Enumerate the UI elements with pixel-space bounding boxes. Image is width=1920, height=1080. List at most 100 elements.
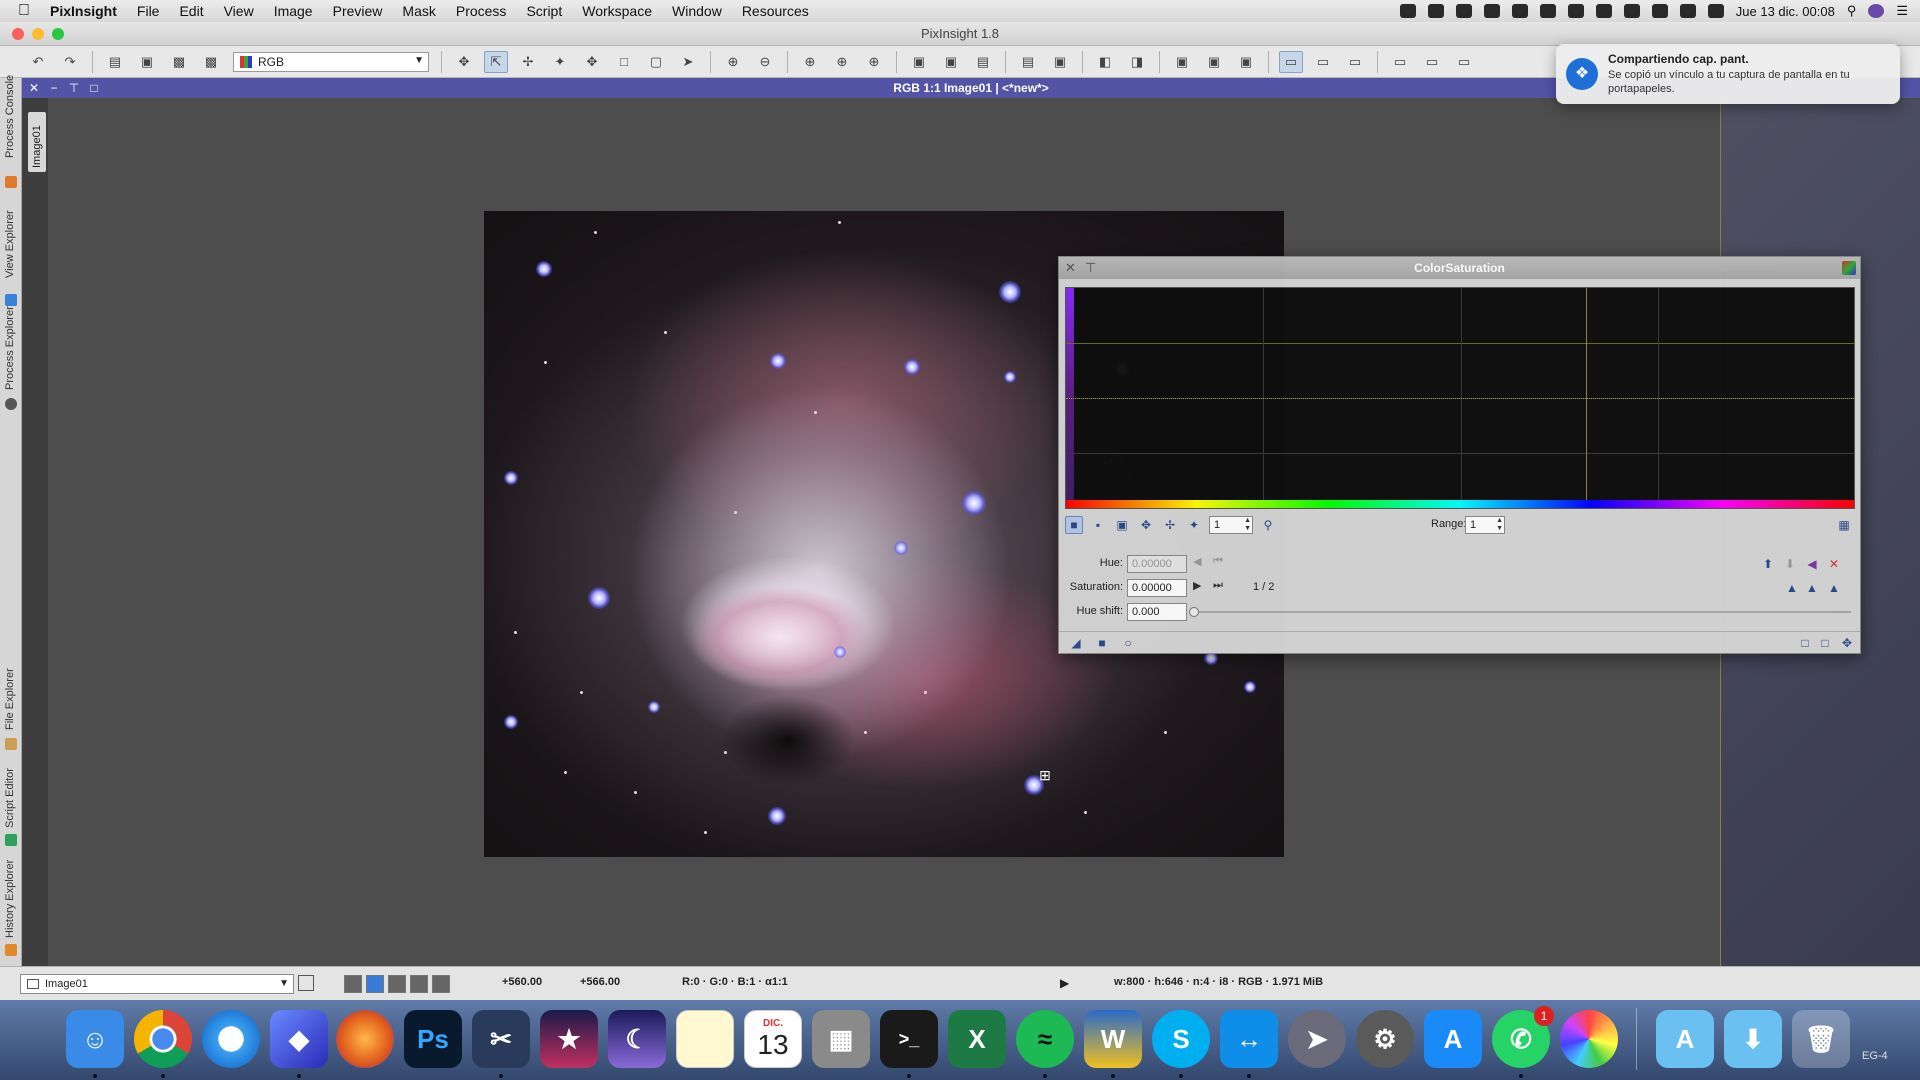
hue-shift-field[interactable]: 0.000 (1127, 603, 1187, 621)
stf-auto-icon[interactable]: ▭ (1311, 51, 1335, 73)
shade-icon[interactable]: ⊤ (1085, 257, 1096, 279)
apply-icon[interactable]: ■ (1093, 634, 1111, 652)
close-icon[interactable]: ✕ (26, 78, 42, 98)
channel-red-button[interactable] (366, 975, 384, 993)
fit-view-icon[interactable]: ▣ (907, 51, 931, 73)
hue-shift-slider[interactable] (1189, 607, 1851, 617)
saturation-curve[interactable] (1066, 398, 1854, 399)
hue-field[interactable]: 0.00000 (1127, 555, 1187, 573)
zoom-2to1-icon[interactable]: ⊕ (862, 51, 886, 73)
process-icon[interactable] (1842, 261, 1856, 275)
apply-global-icon[interactable]: ○ (1119, 634, 1137, 652)
notification-center-icon[interactable]: ☰ (1896, 3, 1908, 19)
menu-preview[interactable]: Preview (333, 3, 383, 19)
saturation-field[interactable]: 0.00000 (1127, 579, 1187, 597)
fit-window-icon[interactable]: ▣ (939, 51, 963, 73)
tab-view-explorer[interactable]: View Explorer (0, 198, 22, 306)
range-spinbox[interactable]: 1 ▲ ▼ (1465, 516, 1505, 534)
move-icon[interactable]: ✥ (580, 51, 604, 73)
menu-resources[interactable]: Resources (742, 3, 809, 19)
notification-icon[interactable] (1483, 4, 1500, 18)
mask-show-icon[interactable]: ▣ (1170, 51, 1194, 73)
previous-point-icon[interactable]: ◀ (1193, 555, 1201, 568)
tab-image01[interactable]: Image01 (28, 112, 46, 172)
downloads-folder-icon[interactable]: ⬇ (1724, 1010, 1782, 1068)
shield-icon[interactable] (1539, 4, 1556, 18)
screenshot-notification[interactable]: ❖ Compartiendo cap. pant. Se copió un ví… (1556, 44, 1900, 104)
interpolation-cubic-icon[interactable]: ▲ (1803, 579, 1821, 597)
starry-night-icon[interactable]: ★ (540, 1010, 598, 1068)
magnifier-icon[interactable]: ⚲ (1259, 516, 1277, 534)
pan-mode-icon[interactable]: ✢ (516, 51, 540, 73)
tab-history-explorer[interactable]: History Explorer (0, 854, 22, 956)
menu-mask[interactable]: Mask (402, 3, 435, 19)
screen-transfer-icon[interactable]: ▭ (1279, 50, 1303, 73)
skype-icon[interactable]: S (1152, 1010, 1210, 1068)
color-mode-select[interactable]: RGB ▼ (233, 51, 429, 72)
terminal-icon[interactable]: >_ (880, 1010, 938, 1068)
pointer-icon[interactable]: ➤ (676, 51, 700, 73)
preview-icon[interactable]: □ (1796, 634, 1814, 652)
panel-left-icon[interactable]: ◧ (1093, 51, 1117, 73)
safari-icon[interactable] (202, 1010, 260, 1068)
grid-icon[interactable]: ▦ (1835, 516, 1853, 534)
teamviewer-icon[interactable] (1511, 4, 1528, 18)
menu-window[interactable]: Window (672, 3, 722, 19)
teamviewer-icon[interactable]: ↔ (1220, 1010, 1278, 1068)
tab-script-editor[interactable]: Script Editor (0, 758, 22, 846)
view-frame-icon[interactable] (298, 975, 314, 991)
zoom-1to1-icon[interactable]: ⊕ (798, 51, 822, 73)
interpolation-akima-icon[interactable]: ▲ (1783, 579, 1801, 597)
spotify-icon[interactable]: ≈ (1016, 1010, 1074, 1068)
new-image-icon[interactable]: ▣ (135, 51, 159, 73)
menu-script[interactable]: Script (526, 3, 562, 19)
pixinsight-icon[interactable]: ◆ (270, 1010, 328, 1068)
slider-handle[interactable] (1189, 607, 1199, 617)
zoom-reset-icon[interactable]: ✢ (1161, 516, 1179, 534)
close-window-button[interactable] (12, 28, 24, 40)
notes-icon[interactable] (676, 1010, 734, 1068)
maximize-icon[interactable]: □ (86, 78, 102, 98)
app-menu[interactable]: PixInsight (50, 3, 117, 19)
tile-icon[interactable]: ▤ (1016, 51, 1040, 73)
channel-lum-button[interactable] (432, 975, 450, 993)
stf-link-icon[interactable]: ▭ (1452, 51, 1476, 73)
zoom-mode-icon[interactable]: ⇱ (484, 50, 508, 73)
stf-delete-icon[interactable]: ▭ (1420, 51, 1444, 73)
readout-mode-icon[interactable]: ✥ (452, 51, 476, 73)
airplay-icon[interactable] (1623, 4, 1640, 18)
winrar-icon[interactable]: W (1084, 1010, 1142, 1068)
window-icon[interactable]: ▤ (971, 51, 995, 73)
apple-menu-icon[interactable]:  (18, 2, 30, 20)
airport-icon[interactable] (1567, 4, 1584, 18)
play-icon[interactable]: ▶ (1060, 976, 1069, 990)
calculator-icon[interactable]: ▦ (812, 1010, 870, 1068)
volume-icon[interactable] (1679, 4, 1696, 18)
reverse-curve-icon[interactable]: ◀ (1803, 555, 1821, 573)
channel-rgb-button[interactable] (344, 975, 362, 993)
restore-curve-icon[interactable]: ⬇ (1781, 555, 1799, 573)
pan-icon[interactable]: ✦ (1185, 516, 1203, 534)
channel-green-button[interactable] (388, 975, 406, 993)
reset-icon[interactable]: ✥ (1838, 634, 1856, 652)
zoom-in-icon[interactable]: ⊕ (721, 51, 745, 73)
skype-status-icon[interactable] (1427, 4, 1444, 18)
zoom-fit-icon[interactable]: ✥ (1137, 516, 1155, 534)
tab-process-console[interactable]: Process Console (0, 75, 22, 188)
menu-view[interactable]: View (224, 3, 254, 19)
menu-file[interactable]: File (137, 3, 160, 19)
undo-icon[interactable]: ↶ (26, 51, 50, 73)
select-point-icon[interactable]: ▪ (1089, 516, 1107, 534)
browse-docs-icon[interactable]: □ (1816, 634, 1834, 652)
color-swatch-icon[interactable]: ▩ (199, 51, 223, 73)
clock[interactable]: Jue 13 dic. 00:08 (1736, 4, 1835, 19)
panel-right-icon[interactable]: ◨ (1125, 51, 1149, 73)
creative-cloud-icon[interactable] (1455, 4, 1472, 18)
zoom-out-icon[interactable]: ⊖ (753, 51, 777, 73)
menu-process[interactable]: Process (456, 3, 507, 19)
color-image-icon[interactable]: ▩ (167, 51, 191, 73)
zoom-window-button[interactable] (52, 28, 64, 40)
saturation-curve-graph[interactable] (1065, 287, 1855, 509)
night-sky-icon[interactable]: ☾ (608, 1010, 666, 1068)
edit-point-icon[interactable]: ■ (1065, 516, 1083, 534)
